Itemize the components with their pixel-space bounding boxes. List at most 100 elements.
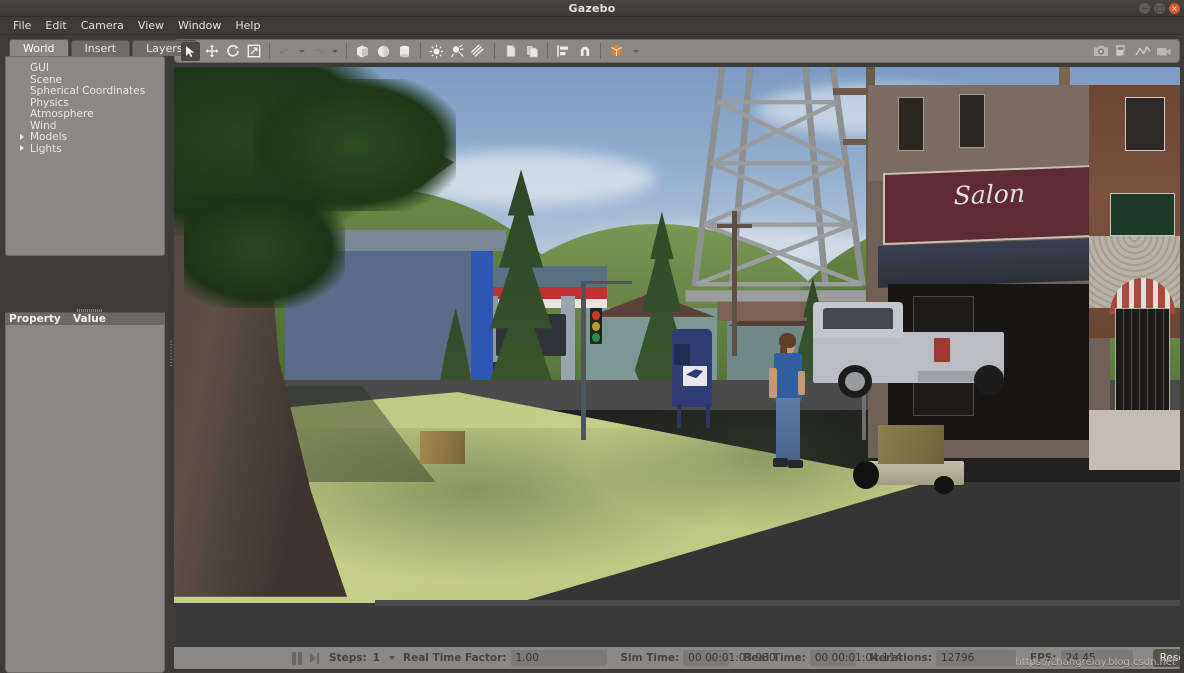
menu-camera[interactable]: Camera — [74, 17, 131, 34]
camera-icon — [1093, 45, 1108, 56]
menu-window[interactable]: Window — [171, 17, 228, 34]
align-button[interactable] — [554, 42, 573, 61]
robot-wheel — [933, 476, 954, 495]
view-angle-button[interactable] — [607, 42, 629, 61]
insert-point-light-button[interactable] — [427, 42, 446, 61]
salon-sign-text: Salon — [953, 179, 1025, 211]
menu-help[interactable]: Help — [228, 17, 267, 34]
window-maximize-icon[interactable]: □ — [1154, 3, 1165, 14]
steps-dropdown-caret-icon[interactable] — [388, 656, 395, 660]
window-controls: − □ × — [1139, 3, 1180, 14]
scale-diagonal-arrows-icon — [247, 44, 260, 58]
tab-world[interactable]: World — [9, 39, 69, 56]
utility-pole-crossarm — [717, 223, 753, 228]
insert-cylinder-button[interactable] — [395, 42, 414, 61]
tree-item-atmosphere[interactable]: Atmosphere — [6, 109, 164, 120]
real-time-factor-label: Real Time Factor: — [402, 652, 507, 664]
main-area: World Insert Layers GUI Scene Spherical … — [0, 35, 1184, 673]
curb-edge — [375, 599, 1180, 606]
chevron-right-icon[interactable] — [20, 145, 24, 151]
rotate-circular-arrow-icon — [226, 44, 239, 57]
pickup-truck-taillight — [933, 337, 950, 362]
column-header-property: Property — [9, 313, 61, 325]
view-cube-icon — [610, 44, 622, 56]
step-forward-button[interactable] — [310, 652, 319, 664]
menu-edit[interactable]: Edit — [38, 17, 73, 34]
insert-directional-light-button[interactable] — [469, 42, 488, 61]
magnet-snap-icon — [580, 46, 589, 56]
traffic-light-pole — [581, 283, 586, 441]
menu-view[interactable]: View — [131, 17, 171, 34]
property-table-body — [5, 325, 165, 673]
copy-button[interactable] — [501, 42, 520, 61]
undo-dropdown-caret-icon[interactable] — [299, 49, 305, 53]
spot-light-icon — [450, 44, 464, 57]
plotting-button[interactable] — [1133, 42, 1152, 61]
menubar: File Edit Camera View Window Help — [0, 17, 1184, 35]
tree-item-label: Atmosphere — [30, 108, 94, 120]
tree-item-models[interactable]: Models — [6, 132, 164, 143]
save-log-button[interactable] — [1112, 42, 1131, 61]
tree-item-spherical-coordinates[interactable]: Spherical Coordinates — [6, 86, 164, 97]
window-minimize-icon[interactable]: − — [1139, 3, 1150, 14]
rotate-mode-button[interactable] — [223, 42, 242, 61]
redo-dropdown-caret-icon[interactable] — [332, 49, 338, 53]
directional-light-icon — [471, 43, 484, 57]
traffic-light-green — [592, 333, 600, 343]
tree-item-label: Models — [30, 131, 67, 143]
insert-box-button[interactable] — [353, 42, 372, 61]
undo-button[interactable] — [276, 42, 295, 61]
viewport-area: Salon STO — [174, 35, 1184, 673]
real-time-factor-value: 1.00 — [510, 650, 607, 666]
insert-sphere-button[interactable] — [374, 42, 393, 61]
select-mode-button[interactable] — [181, 41, 200, 61]
menu-file[interactable]: File — [6, 17, 38, 34]
cylinder-icon — [400, 45, 409, 57]
watermark-text: https://zhangrelay.blog.csdn.net — [1015, 657, 1176, 668]
video-camera-icon — [1156, 47, 1170, 55]
chevron-right-icon[interactable] — [20, 133, 24, 140]
view-angle-dropdown-caret-icon[interactable] — [633, 49, 639, 53]
tree-item-label: GUI — [30, 62, 49, 74]
snap-button[interactable] — [575, 42, 594, 61]
panel-resize-grip[interactable] — [77, 309, 103, 312]
column-header-value: Value — [73, 313, 106, 325]
robot-wheel — [853, 461, 880, 489]
pause-button[interactable] — [292, 651, 302, 665]
pickup-truck-window — [822, 307, 894, 330]
property-table-header: Property Value — [5, 309, 165, 325]
usps-mailbox-slot — [673, 343, 691, 365]
pickup-truck-hubcap — [845, 371, 866, 391]
real-time-label: Real Time: — [743, 652, 806, 664]
tree-item-scene[interactable]: Scene — [6, 73, 164, 86]
pedestrian-jeans — [775, 398, 800, 462]
window-close-icon[interactable]: × — [1169, 3, 1180, 14]
usps-mailbox-leg — [706, 404, 710, 429]
tree-item-wind[interactable]: Wind — [6, 120, 164, 132]
paste-button[interactable] — [522, 42, 541, 61]
pickup-truck-wheel — [973, 364, 1004, 396]
redo-button[interactable] — [309, 42, 328, 61]
record-video-button[interactable] — [1154, 42, 1173, 61]
scale-mode-button[interactable] — [244, 42, 263, 61]
align-icon — [557, 45, 568, 57]
toolbar-separator — [547, 43, 548, 59]
tree-item-physics[interactable]: Physics — [6, 97, 164, 109]
tab-insert[interactable]: Insert — [70, 40, 131, 56]
steps-value[interactable]: 1 — [373, 652, 380, 664]
cursor-arrow-icon — [186, 45, 195, 57]
window-title: Gazebo — [568, 2, 616, 15]
screenshot-button[interactable] — [1091, 42, 1110, 61]
insert-spot-light-button[interactable] — [448, 42, 467, 61]
render-viewport[interactable]: Salon STO — [174, 67, 1180, 669]
translate-mode-button[interactable] — [202, 42, 221, 61]
tree-item-label: Scene — [30, 73, 63, 86]
tree-item-lights[interactable]: Lights — [6, 143, 164, 155]
tree-item-gui[interactable]: GUI — [6, 63, 164, 74]
traffic-light-yellow — [592, 322, 600, 332]
iterations-value: 12796 — [935, 650, 1016, 666]
lower-facade — [1089, 410, 1180, 471]
brick-building-window — [1124, 97, 1165, 152]
world-tree: GUI Scene Spherical Coordinates Physics … — [5, 56, 165, 256]
salon-window — [898, 97, 925, 152]
